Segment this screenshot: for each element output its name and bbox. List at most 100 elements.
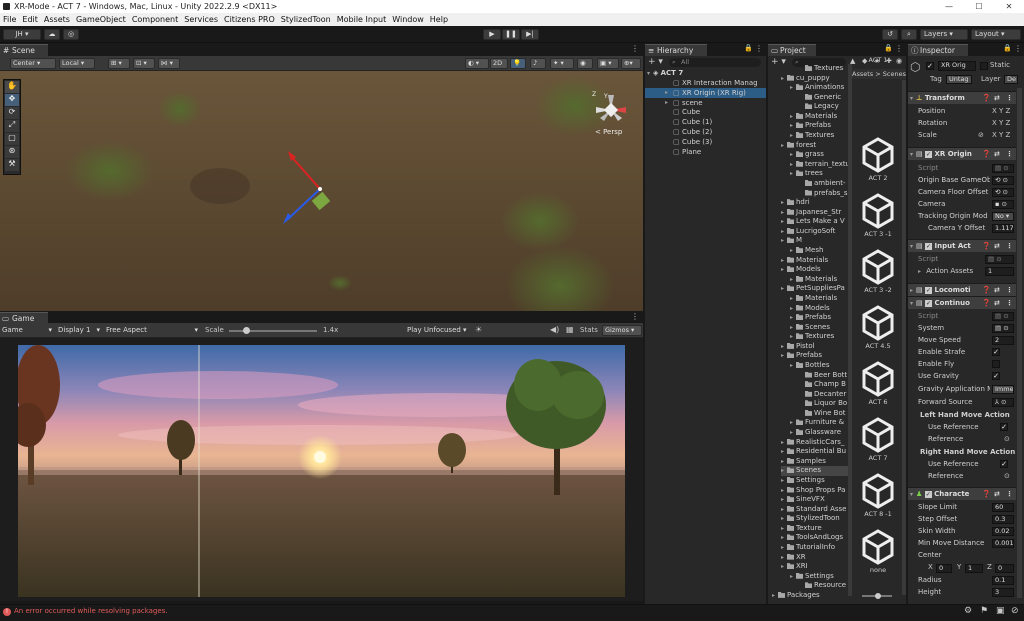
project-folder-item[interactable]: Textures: [799, 64, 848, 74]
project-folder-item[interactable]: ▸ Samples: [781, 457, 848, 467]
add-icon[interactable]: + ▾: [648, 57, 663, 67]
tab-project[interactable]: ▭ Project: [768, 44, 816, 56]
view-gizmo[interactable]: Z Y: [592, 91, 630, 129]
scene-asset-tile[interactable]: ACT 8 -1: [852, 472, 904, 518]
breadcrumb-assets[interactable]: Assets: [852, 70, 873, 78]
scene-asset-tile[interactable]: ACT 6: [852, 360, 904, 406]
help-icon[interactable]: ❓: [982, 92, 991, 104]
gizmos-dropdown[interactable]: Gizmos ▾: [602, 325, 642, 336]
project-folder-item[interactable]: Legacy: [799, 102, 848, 112]
object-name-field[interactable]: XR Orig: [938, 61, 976, 71]
project-folder-item[interactable]: ▸ Prefabs: [781, 351, 848, 361]
preset-icon[interactable]: ⇄: [994, 92, 1000, 104]
step-button[interactable]: ▶|: [521, 29, 539, 40]
panel-menu-icon[interactable]: ⋮: [895, 44, 903, 53]
project-folder-item[interactable]: ▸ TutorialInfo: [781, 543, 848, 553]
active-checkbox[interactable]: ✓: [926, 62, 934, 70]
rotate-tool-icon[interactable]: ⟳: [5, 107, 19, 119]
panel-menu-icon[interactable]: ⋮: [755, 44, 763, 53]
sync-icon[interactable]: ⊘: [1011, 606, 1019, 616]
project-folder-item[interactable]: ▸ Scenes: [790, 323, 848, 333]
use-gravity-checkbox[interactable]: ✓: [992, 372, 1000, 380]
shading-mode-button[interactable]: ◐ ▾: [465, 58, 489, 69]
static-checkbox[interactable]: [980, 62, 988, 70]
input-script-field[interactable]: ▤ ⊙: [985, 255, 1014, 264]
scene-root[interactable]: ▾ ◈ ACT 7: [647, 68, 765, 78]
project-folder-item[interactable]: ▸ Lets Make a V: [781, 217, 848, 227]
use-reference-checkbox[interactable]: ✓: [1000, 423, 1008, 431]
history-icon[interactable]: ↺: [882, 29, 898, 40]
project-folder-item[interactable]: Generic: [799, 93, 848, 103]
scale-xyz[interactable]: X Y Z: [992, 130, 1010, 141]
cm-script-field[interactable]: ▤ ⊙: [992, 312, 1014, 321]
reference-2-picker-icon[interactable]: ⊙: [1004, 471, 1010, 482]
project-folder-item[interactable]: ▸ Scenes: [781, 466, 848, 476]
radius-field[interactable]: 0.1: [992, 576, 1014, 585]
audio-toggle-icon[interactable]: ♪: [530, 58, 546, 69]
project-folder-item[interactable]: ▸ Prefabs: [790, 121, 848, 131]
constrain-scale-icon[interactable]: ⊘: [978, 130, 984, 141]
xr-origin-header[interactable]: ▾ ▤ ✓ XR Origin ❓ ⇄ ⋮: [908, 147, 1016, 160]
project-folder-item[interactable]: ▸ Settings: [790, 572, 848, 582]
scale-tool-icon[interactable]: ⤢: [5, 120, 19, 132]
center-x-field[interactable]: 0: [936, 564, 952, 573]
lock-icon[interactable]: 🔒: [884, 44, 893, 52]
preset-icon[interactable]: ⇄: [994, 284, 1000, 296]
tracking-mode-dropdown[interactable]: No ▾: [992, 212, 1014, 221]
project-folder-item[interactable]: ambient-: [799, 179, 848, 189]
height-field[interactable]: 3: [992, 588, 1014, 597]
menu-item-file[interactable]: File: [0, 13, 19, 26]
action-assets-field[interactable]: 1: [985, 267, 1014, 276]
xr-script-field[interactable]: ▤ ⊙: [992, 164, 1014, 173]
keyboard-icon[interactable]: ▦: [566, 325, 574, 334]
project-folder-item[interactable]: ▸ terrain_textu: [790, 160, 848, 170]
preset-icon[interactable]: ⇄: [994, 148, 1000, 160]
project-folder-item[interactable]: ▸ Animations: [790, 83, 848, 93]
tab-hierarchy[interactable]: ≡ Hierarchy: [645, 44, 707, 56]
project-folder-item[interactable]: ▸ Residential Bu: [781, 447, 848, 457]
gizmos-toggle-icon[interactable]: ⊕▾: [621, 58, 641, 69]
tab-scene[interactable]: # Scene: [0, 44, 48, 56]
locomotion-header[interactable]: ▸ ▤ ✓ Locomoti ❓ ⇄ ⋮: [908, 283, 1016, 296]
asset-size-slider[interactable]: [862, 593, 892, 599]
hierarchy-search-input[interactable]: ⌕ All: [669, 58, 761, 67]
camera-floor-field[interactable]: ⟲ ⊙: [992, 188, 1014, 197]
menu-item-citizens-pro[interactable]: Citizens PRO: [221, 13, 278, 26]
pause-button[interactable]: ❚❚: [502, 29, 520, 40]
project-folder-item[interactable]: Wine Bot: [799, 409, 848, 419]
help-icon[interactable]: ❓: [982, 297, 991, 309]
project-folder-item[interactable]: ▸ Models: [781, 265, 848, 275]
camera-y-field[interactable]: 1.1176: [992, 224, 1014, 233]
lock-icon[interactable]: 🔒: [744, 44, 753, 52]
toggle-2d-button[interactable]: 2D: [490, 58, 508, 69]
project-folder-item[interactable]: ▸ SineVFX: [781, 495, 848, 505]
transform-header[interactable]: ▾ ⊥ Transform ❓ ⇄ ⋮: [908, 91, 1016, 104]
project-folder-item[interactable]: ▸ PetSuppliesPa: [781, 284, 848, 294]
inspector-scrollbar[interactable]: [1017, 88, 1022, 598]
project-folder-item[interactable]: ▸ Pistol: [781, 342, 848, 352]
enable-strafe-checkbox[interactable]: ✓: [992, 348, 1000, 356]
hierarchy-item[interactable]: ▸ ▢ scene: [645, 98, 766, 108]
game-viewport[interactable]: [18, 345, 625, 597]
use-reference-2-checkbox[interactable]: ✓: [1000, 460, 1008, 468]
collab-icon[interactable]: ◎: [63, 29, 79, 40]
menu-item-window[interactable]: Window: [389, 13, 427, 26]
account-dropdown[interactable]: JH ▾: [3, 29, 41, 40]
scene-asset-tile[interactable]: ACT 2: [852, 136, 904, 182]
project-folder-item[interactable]: ▸ forest: [781, 141, 848, 151]
position-xyz[interactable]: X Y Z: [992, 106, 1010, 117]
custom-tool-icon[interactable]: ⚒: [5, 159, 19, 171]
scene-asset-tile[interactable]: ACT 1: [852, 56, 904, 64]
transform-tool-icon[interactable]: ⊛: [5, 146, 19, 158]
hierarchy-item[interactable]: ▢ XR Interaction Manag: [645, 78, 766, 88]
center-y-field[interactable]: 1: [965, 564, 983, 573]
hierarchy-item[interactable]: ▢ Plane: [645, 147, 766, 157]
origin-base-field[interactable]: ⟲ ⊙: [992, 176, 1014, 185]
hidden-objects-icon[interactable]: ◉: [577, 58, 593, 69]
breadcrumb-scenes[interactable]: Scenes: [883, 70, 906, 78]
enable-fly-checkbox[interactable]: [992, 360, 1000, 368]
project-folder-item[interactable]: ▸ Materials: [781, 256, 848, 266]
project-folder-item[interactable]: ▸ trees: [790, 169, 848, 179]
scale-slider-handle[interactable]: [243, 327, 250, 334]
scene-asset-tile[interactable]: ACT 7: [852, 416, 904, 462]
